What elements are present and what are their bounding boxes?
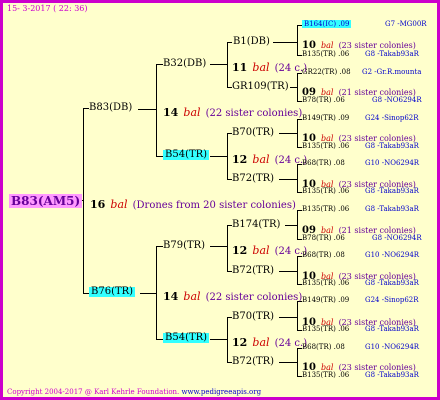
dam-node: B76(TR) bbox=[89, 286, 136, 297]
footer: Copyright 2004-2017 @ Karl Kehrle Founda… bbox=[7, 389, 261, 396]
gen4-row-14: B135(TR) .06 G8 -Takab93aR bbox=[302, 325, 419, 333]
root-num: 16 bbox=[90, 198, 106, 211]
footer-copyright: Copyright 2004-2017 @ Karl Kehrle Founda… bbox=[7, 388, 180, 396]
gen4-row-11: B68(TR) .08 G10 -NO6294R bbox=[302, 251, 420, 259]
gen3-node-3: B70(TR) bbox=[232, 127, 275, 138]
root-bal: bal bbox=[110, 198, 128, 211]
gen3-node-8: B72(TR) bbox=[232, 356, 275, 367]
sire-offspring-info: 14 bal (22 sister colonies) bbox=[163, 106, 303, 119]
gen3-node-1: B1(DB) bbox=[233, 36, 270, 47]
pedigree-chart: 15- 3-2017 ( 22: 36) B83(AM5) 16 bal (Dr… bbox=[0, 0, 440, 400]
gen2-ds-info: 12 bal (24 c.) bbox=[232, 244, 308, 257]
gen4-row-5: B149(TR) .09 G24 -Sinop62R bbox=[302, 114, 419, 122]
gen3-node-5: B174(TR) bbox=[232, 219, 281, 230]
footer-url[interactable]: www.pedigreeapis.org bbox=[182, 388, 262, 396]
gen4-row-12: B135(TR) .06 G8 -Takab93aR bbox=[302, 279, 419, 287]
queen-root: B83(AM5) bbox=[9, 194, 83, 208]
gen4-row-3: GR22(TR) .08 G2 -Gr.R.mounta bbox=[302, 68, 422, 76]
gen3-info-1: 10 bal (23 sister colonies) bbox=[302, 40, 416, 51]
gen4-row-15: B68(TR) .08 G10 -NO6294R bbox=[302, 343, 420, 351]
gen2-node-dd: B54(TR) bbox=[163, 332, 210, 343]
gen4-row-4: B78(TR) .06 G8 -NO6294R bbox=[302, 96, 422, 104]
gen4-row-10: B78(TR) .06 G8 -NO6294R bbox=[302, 234, 422, 242]
gen2-node-ss: B32(DB) bbox=[163, 58, 207, 69]
gen4-row-2: B135(TR) .06 G8 -Takab93aR bbox=[302, 50, 419, 58]
gen2-ss-info: 11 bal (24 c.) bbox=[232, 61, 308, 74]
gen2-sd-info: 12 bal (24 c.) bbox=[232, 153, 308, 166]
gen4-row-6: B135(TR) .06 G8 -Takab93aR bbox=[302, 142, 419, 150]
gen3-node-4: B72(TR) bbox=[232, 173, 275, 184]
gen3-node-2: GR109(TR) bbox=[232, 81, 289, 92]
gen3-node-6: B72(TR) bbox=[232, 265, 275, 276]
root-offspring-info: 16 bal (Drones from 20 sister colonies) bbox=[90, 195, 296, 211]
gen4-row-7: B68(TR) .08 G10 -NO6294R bbox=[302, 159, 420, 167]
gen2-node-ds: B79(TR) bbox=[163, 240, 206, 251]
sire-node: B83(DB) bbox=[89, 102, 133, 113]
gen4-row-16: B135(TR) .06 G8 -Takab93aR bbox=[302, 371, 419, 379]
gen4-row-9: B135(TR) .06 G8 -Takab93aR bbox=[302, 205, 419, 213]
gen2-node-sd: B54(TR) bbox=[163, 149, 210, 160]
root-note: (Drones from 20 sister colonies) bbox=[132, 200, 296, 211]
gen3-node-7: B70(TR) bbox=[232, 311, 275, 322]
date-stamp: 15- 3-2017 ( 22: 36) bbox=[7, 4, 88, 13]
gen4-row-8: B135(TR) .06 G8 -Takab93aR bbox=[302, 187, 419, 195]
gen4-row-13: B149(TR) .09 G24 -Sinop62R bbox=[302, 296, 419, 304]
dam-offspring-info: 14 bal (22 sister colonies) bbox=[163, 290, 303, 303]
gen4-row-1: B164(IC) .09 G7 -MG00R bbox=[302, 20, 427, 28]
gen2-dd-info: 12 bal (24 c.) bbox=[232, 336, 308, 349]
